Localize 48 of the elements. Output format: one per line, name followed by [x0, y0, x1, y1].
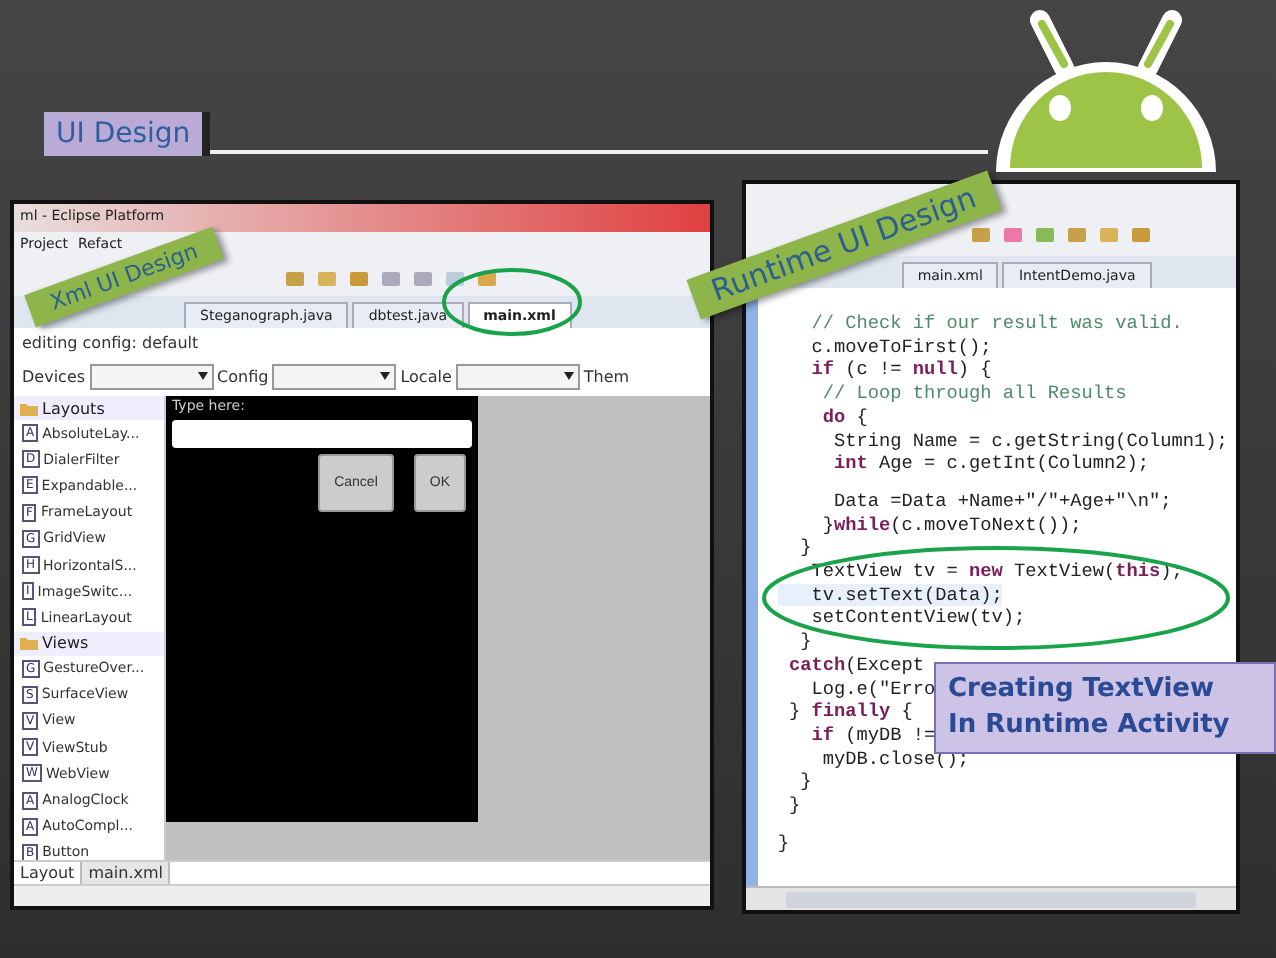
code-line: do {: [820, 405, 868, 430]
toolbar-icon[interactable]: [380, 267, 402, 289]
toolbar-icon[interactable]: [284, 267, 306, 289]
code-line: int Age = c.getInt(Column2);: [831, 452, 1150, 476]
folder-icon: [20, 401, 38, 415]
code-line: c.moveToFirst();: [809, 335, 992, 359]
code-line: Log.e("Erro: [809, 677, 936, 701]
config-label: Devices: [22, 367, 86, 385]
toolbar-icon[interactable]: [1097, 223, 1120, 245]
toolbar-icon[interactable]: [348, 267, 370, 289]
toolbar-icon[interactable]: [1001, 223, 1024, 245]
code-line: myDB.close();: [820, 747, 969, 771]
code-line: }while(c.moveToNext());: [820, 513, 1082, 537]
config-text: editing config: default: [20, 332, 201, 356]
code-line: setContentView(tv);: [810, 606, 1026, 631]
editor-tab[interactable]: main.xml: [82, 862, 171, 884]
code-line: }: [798, 536, 812, 561]
code-line: String Name = c.getString(Column1);: [831, 429, 1228, 453]
toolbar-icon[interactable]: [316, 267, 338, 289]
toolbar-icon[interactable]: [412, 267, 434, 289]
folder-icon: [20, 636, 38, 650]
callout-text: In Runtime Activity: [948, 708, 1232, 744]
dropdown-caret-icon: [563, 372, 574, 380]
config-label: Locale: [400, 367, 452, 385]
code-line: }: [786, 794, 801, 818]
code-line: } finally {: [786, 700, 913, 724]
dropdown[interactable]: [272, 363, 397, 389]
dropdown-caret-icon: [197, 372, 208, 380]
scrollbar[interactable]: [745, 886, 1236, 910]
toolbar-icon[interactable]: [1065, 223, 1088, 245]
code-line: }: [798, 770, 812, 795]
code-line: Data =Data +Name+"/"+Age+"\n";: [831, 489, 1172, 514]
config-label: Config: [217, 367, 269, 385]
toolbar-icon[interactable]: [1129, 223, 1152, 245]
callout-text: Creating TextView: [948, 672, 1216, 708]
input-field[interactable]: [172, 420, 472, 448]
code-line: catch(Except: [786, 653, 924, 678]
code-line: if (myDB !=: [809, 723, 936, 748]
code-line: }: [777, 831, 789, 855]
slide-title: UI Design: [44, 112, 211, 156]
dropdown-caret-icon: [380, 372, 391, 380]
dropdown[interactable]: [89, 363, 214, 389]
dropdown[interactable]: [455, 363, 580, 389]
toolbar-icon[interactable]: [1033, 223, 1056, 245]
config-label: Them: [583, 367, 630, 385]
code-line: if (c != null) {: [809, 358, 992, 383]
code-line: }: [798, 630, 812, 654]
code-line: // Loop through all Results: [820, 382, 1127, 406]
